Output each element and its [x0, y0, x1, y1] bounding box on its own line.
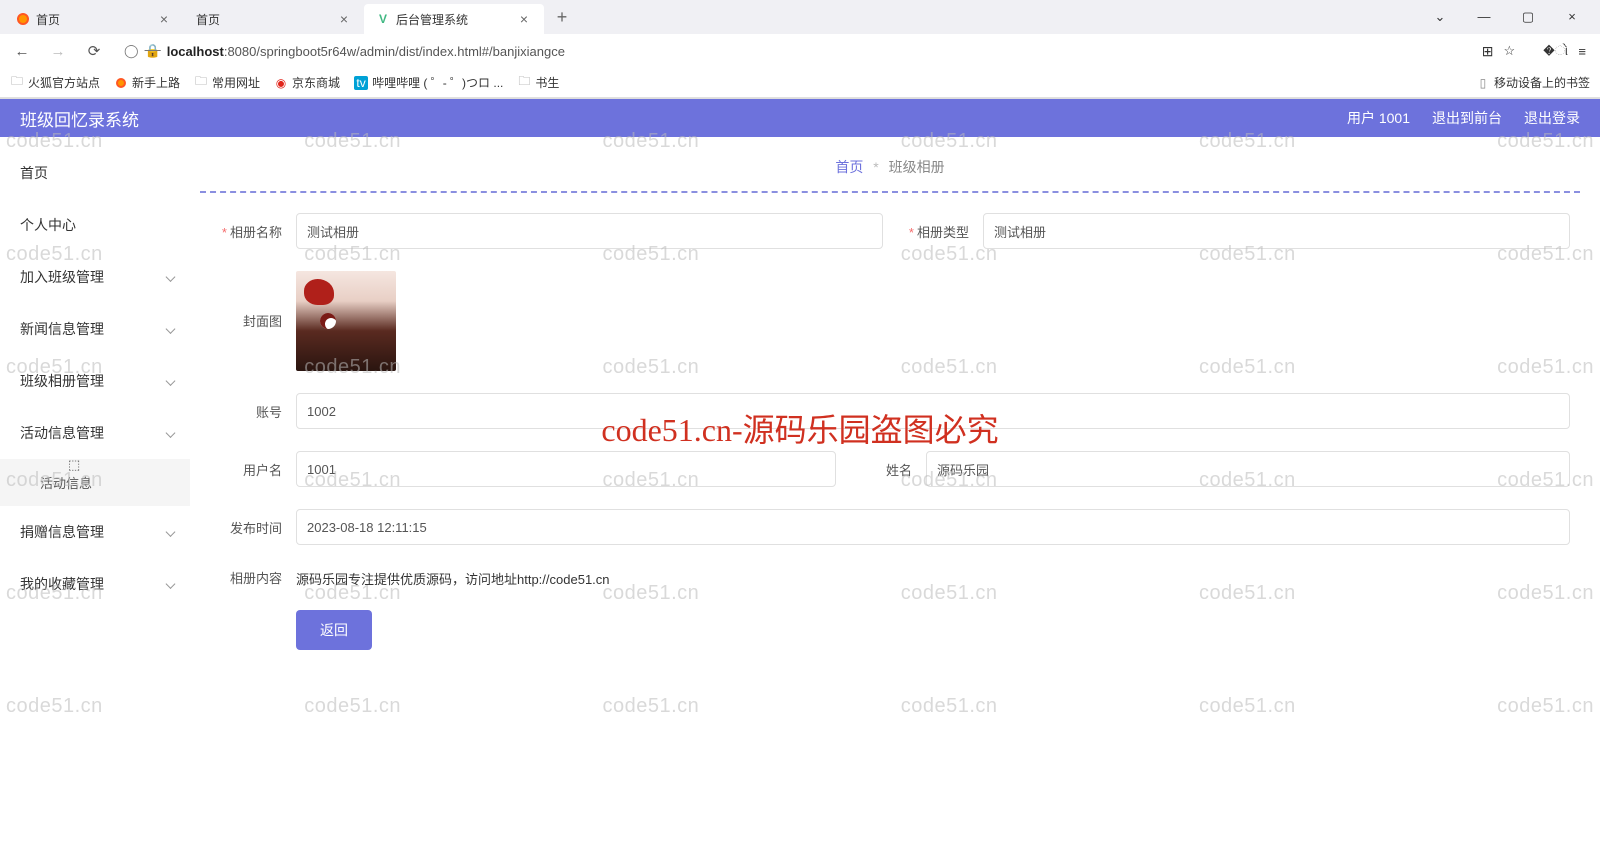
menu-icon[interactable]: ≡: [1578, 44, 1586, 59]
bookmark-mobile[interactable]: ▯移动设备上的书签: [1476, 74, 1590, 91]
sidebar-item-donate[interactable]: 捐赠信息管理: [0, 506, 190, 558]
bookmark-item[interactable]: 新手上路: [114, 74, 180, 91]
album-type-input[interactable]: 测试相册: [983, 213, 1570, 249]
close-icon[interactable]: ×: [156, 11, 172, 27]
folder-icon: 🗀: [517, 76, 531, 90]
user-label[interactable]: 用户 1001: [1347, 108, 1410, 128]
sidebar: 首页 个人中心 加入班级管理 新闻信息管理 班级相册管理 活动信息管理 ⬚ 活动…: [0, 137, 190, 670]
sidebar-sub-activity-info[interactable]: ⬚ 活动信息: [0, 459, 190, 506]
detail-form: 相册名称 测试相册 相册类型 测试相册 封面图 账号 1002 用户名 1001…: [200, 213, 1580, 650]
album-type-label: 相册类型: [897, 222, 969, 241]
sidebar-item-news[interactable]: 新闻信息管理: [0, 303, 190, 355]
logout-link[interactable]: 退出登录: [1524, 108, 1580, 128]
bookmark-item[interactable]: 🗀常用网址: [194, 74, 260, 91]
address-bar-row: ← → ⟳ ◯ 🔒 localhost:8080/springboot5r64w…: [0, 34, 1600, 68]
lock-icon: 🔒: [145, 43, 161, 59]
qr-icon[interactable]: ⊞: [1482, 43, 1494, 60]
breadcrumb-current: 班级相册: [889, 159, 945, 175]
maximize-icon[interactable]: ▢: [1516, 9, 1540, 25]
sidebar-item-join-class[interactable]: 加入班级管理: [0, 251, 190, 303]
mobile-icon: ▯: [1476, 76, 1490, 90]
tab-title: 首页: [36, 11, 156, 28]
exit-to-front-link[interactable]: 退出到前台: [1432, 108, 1502, 128]
cover-label: 封面图: [210, 271, 282, 330]
breadcrumb-home[interactable]: 首页: [835, 159, 863, 175]
sidebar-item-home[interactable]: 首页: [0, 147, 190, 199]
back-button[interactable]: ←: [8, 37, 36, 65]
new-tab-button[interactable]: +: [548, 3, 576, 31]
account-label: 账号: [210, 402, 282, 421]
sidebar-item-profile[interactable]: 个人中心: [0, 199, 190, 251]
app-title: 班级回忆录系统: [20, 106, 139, 131]
folder-icon: 🗀: [194, 76, 208, 90]
minimize-icon[interactable]: —: [1472, 9, 1496, 25]
extensions-icon[interactable]: �ો: [1543, 43, 1568, 59]
username-label: 用户名: [210, 460, 282, 479]
browser-tab[interactable]: 首页 ×: [4, 4, 184, 34]
firefox-icon: [114, 76, 128, 90]
reload-button[interactable]: ⟳: [80, 37, 108, 65]
cursor-icon: ⬚: [68, 457, 80, 473]
back-button[interactable]: 返回: [296, 610, 372, 650]
sidebar-item-favorites[interactable]: 我的收藏管理: [0, 558, 190, 610]
url-text: localhost:8080/springboot5r64w/admin/dis…: [167, 44, 565, 59]
album-name-input[interactable]: 测试相册: [296, 213, 883, 249]
content-text: 源码乐园专注提供优质源码，访问地址http://code51.cn: [296, 567, 610, 588]
breadcrumb: 首页 * 班级相册: [200, 147, 1580, 191]
chevron-down-icon[interactable]: ⌄: [1428, 9, 1452, 25]
bookmark-item[interactable]: ◉京东商城: [274, 74, 340, 91]
tab-bar: 首页 × 首页 × V 后台管理系统 × + ⌄ — ▢ ×: [0, 0, 1600, 34]
vue-icon: V: [376, 12, 390, 26]
content-label: 相册内容: [210, 568, 282, 587]
browser-tab[interactable]: 首页 ×: [184, 4, 364, 34]
publish-time-input[interactable]: 2023-08-18 12:11:15: [296, 509, 1570, 545]
browser-tab-active[interactable]: V 后台管理系统 ×: [364, 4, 544, 34]
sidebar-item-activity[interactable]: 活动信息管理: [0, 407, 190, 459]
cover-image[interactable]: [296, 271, 396, 371]
album-name-label: 相册名称: [210, 222, 282, 241]
close-icon[interactable]: ×: [516, 11, 532, 27]
account-input[interactable]: 1002: [296, 393, 1570, 429]
realname-input[interactable]: 源码乐园: [926, 451, 1570, 487]
bookmark-item[interactable]: 🗀书生: [517, 74, 559, 91]
tab-title: 后台管理系统: [396, 11, 516, 28]
username-input[interactable]: 1001: [296, 451, 836, 487]
window-controls: ⌄ — ▢ ×: [1416, 9, 1596, 25]
tab-title: 首页: [196, 11, 336, 28]
bilibili-icon: tv: [354, 76, 368, 90]
breadcrumb-sep: *: [873, 159, 878, 175]
app-header: 班级回忆录系统 用户 1001 退出到前台 退出登录: [0, 99, 1600, 137]
shield-icon: ◯: [124, 43, 139, 59]
bookmark-item[interactable]: 🗀火狐官方站点: [10, 74, 100, 91]
forward-button[interactable]: →: [44, 37, 72, 65]
realname-label: 姓名: [850, 460, 912, 479]
folder-icon: 🗀: [10, 76, 24, 90]
close-window-icon[interactable]: ×: [1560, 9, 1584, 25]
sidebar-item-album[interactable]: 班级相册管理: [0, 355, 190, 407]
bookmark-item[interactable]: tv哔哩哔哩 ( ゜- ゜)つロ ...: [354, 74, 503, 91]
close-icon[interactable]: ×: [336, 11, 352, 27]
bookmark-star-icon[interactable]: ☆: [1504, 43, 1516, 59]
browser-chrome: 首页 × 首页 × V 后台管理系统 × + ⌄ — ▢ × ← → ⟳ ◯ 🔒…: [0, 0, 1600, 99]
firefox-icon: [16, 12, 30, 26]
jd-icon: ◉: [274, 76, 288, 90]
bookmark-bar: 🗀火狐官方站点 新手上路 🗀常用网址 ◉京东商城 tv哔哩哔哩 ( ゜- ゜)つ…: [0, 68, 1600, 98]
url-bar[interactable]: ◯ 🔒 localhost:8080/springboot5r64w/admin…: [116, 43, 1474, 59]
dashed-divider: [200, 191, 1580, 193]
main-content: 首页 * 班级相册 相册名称 测试相册 相册类型 测试相册 封面图 账号 100…: [190, 137, 1600, 670]
publish-time-label: 发布时间: [210, 518, 282, 537]
